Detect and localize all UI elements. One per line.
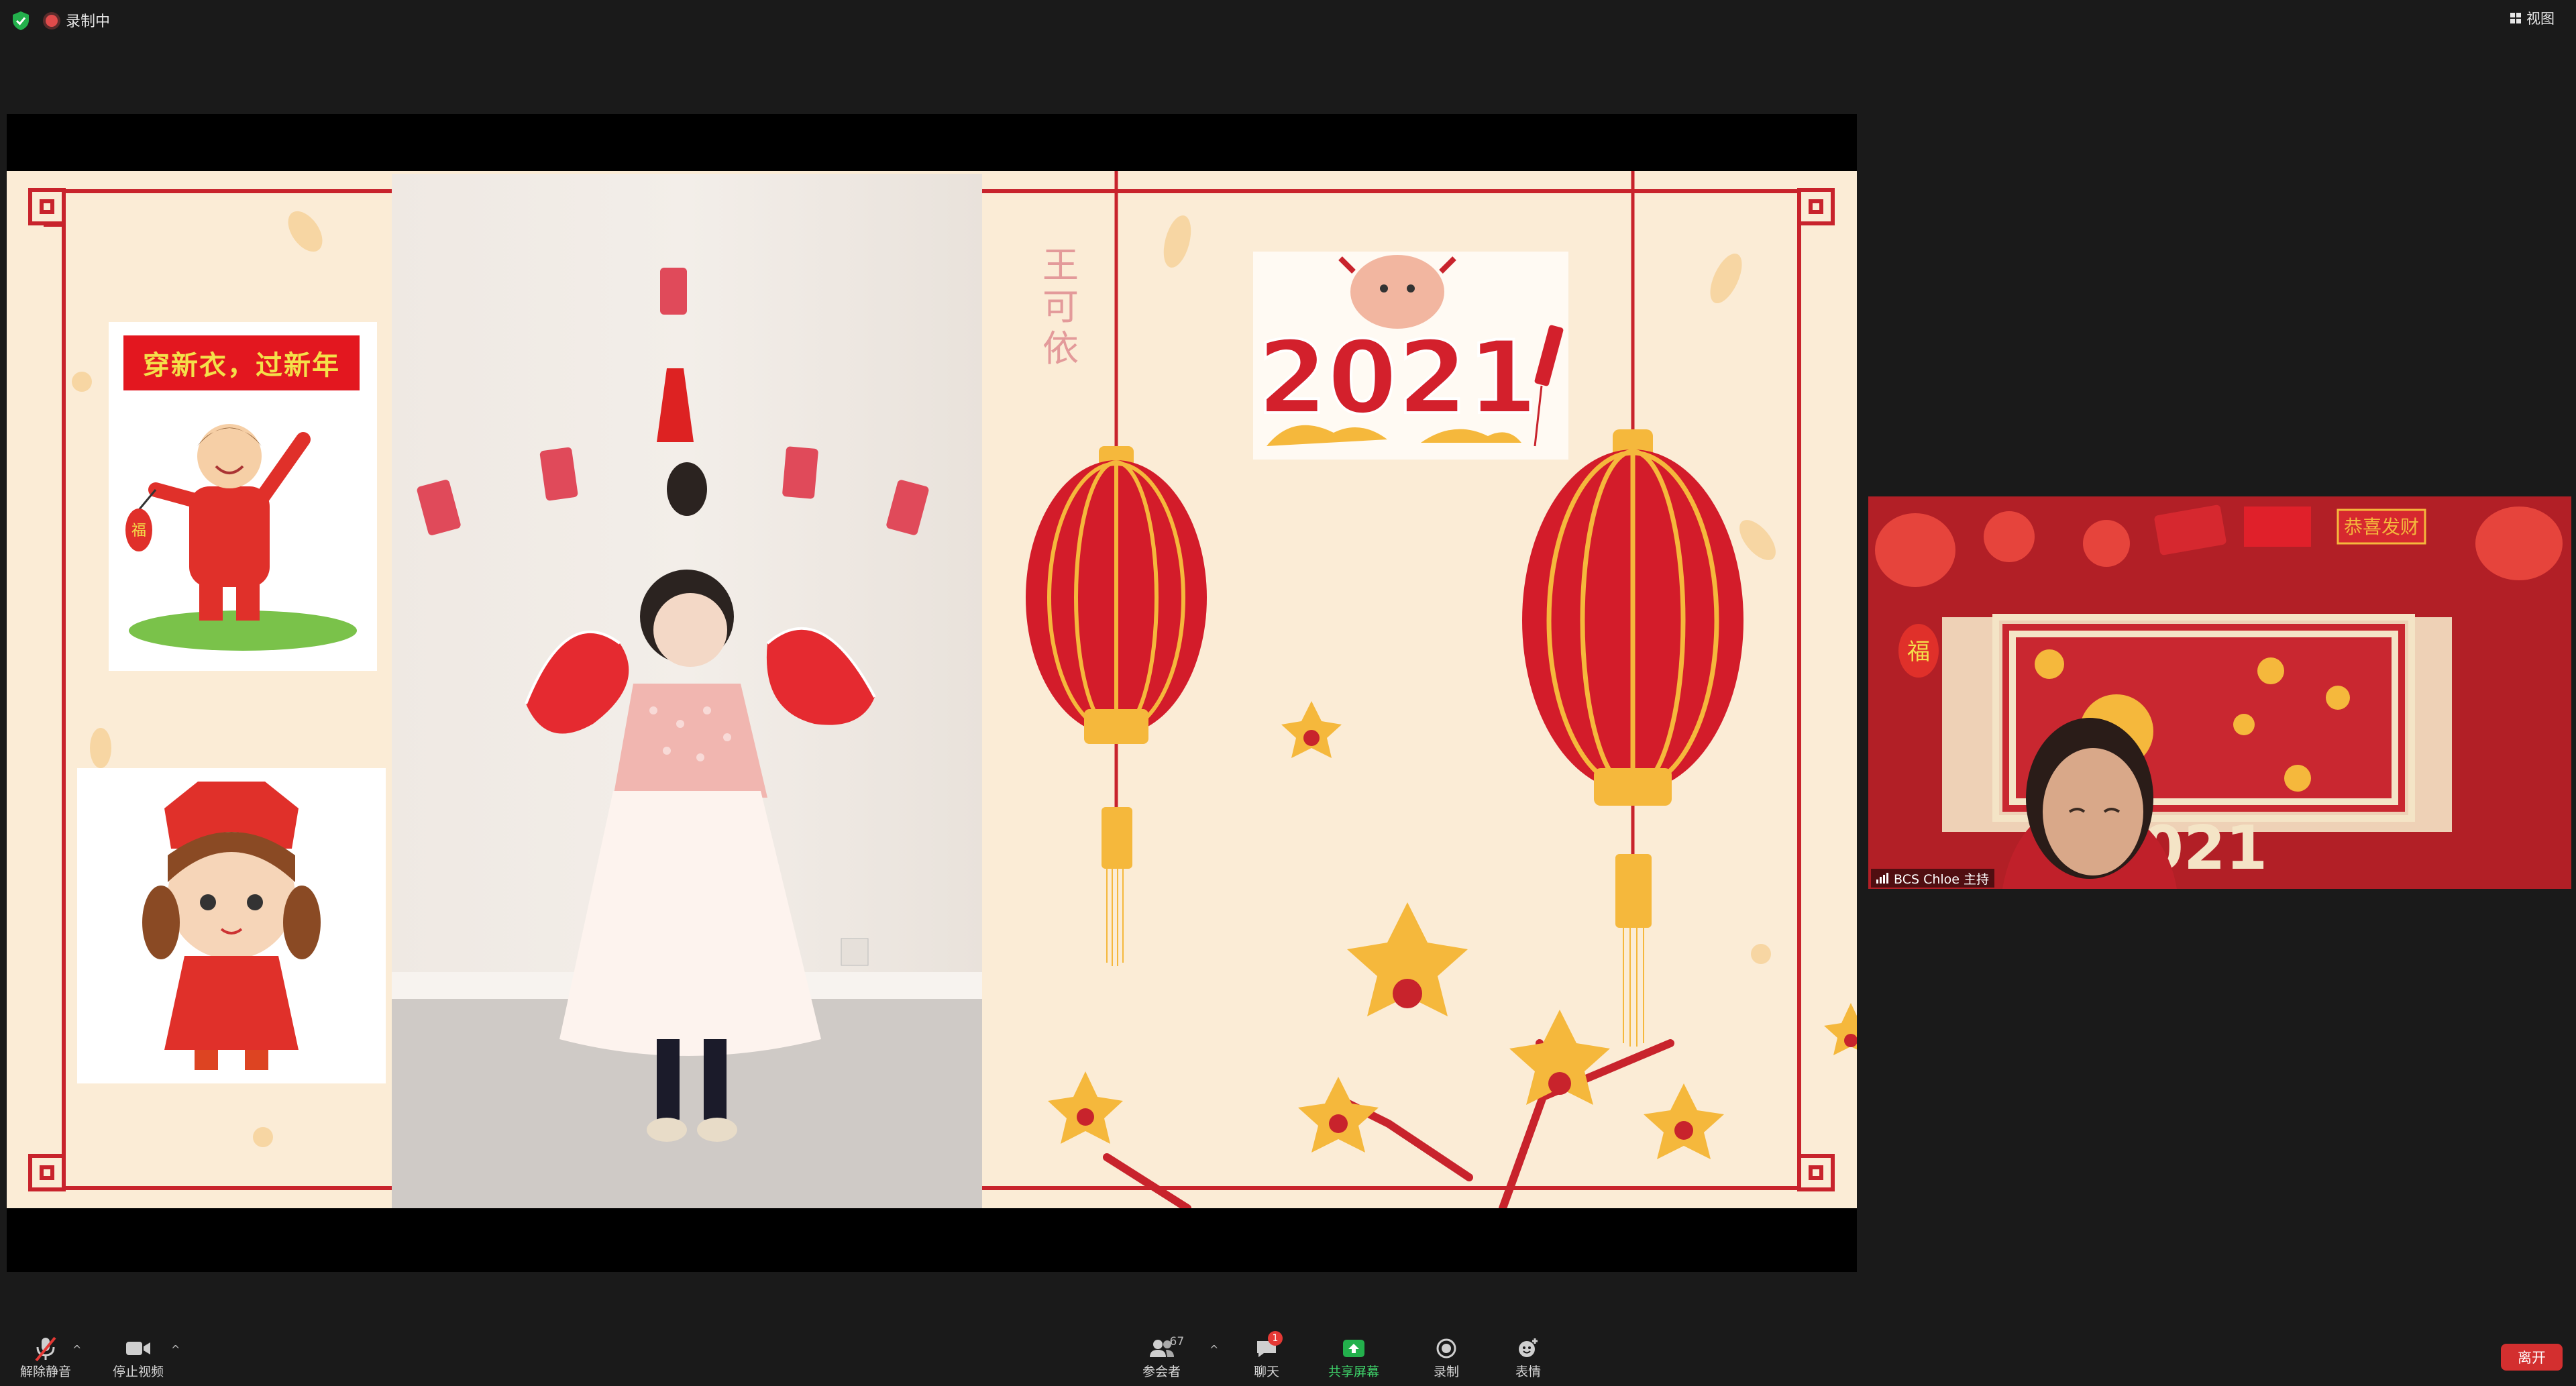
view-button[interactable]: 视图 [2504,7,2561,30]
chat-bubble-icon: 1 [1249,1331,1284,1362]
record-label: 录制 [1433,1365,1459,1379]
ox-2021-illustration: 2021 [1256,255,1564,447]
chat-label: 聊天 [1253,1365,1279,1379]
stop-video-label: 停止视频 [113,1365,164,1379]
unmute-label: 解除静音 [20,1365,72,1379]
recording-status[interactable]: 录制中 [66,9,110,31]
participant-video-tile[interactable]: 2021 恭喜发财 福 BCS Chloe 主持 [1868,496,2571,889]
plum-blossom-branch [1048,701,1857,1208]
audio-options-caret-icon[interactable]: ^ [72,1343,81,1356]
unmute-button[interactable]: 解除静音 [20,1335,71,1380]
leave-meeting-button[interactable]: 离开 [2501,1344,2563,1371]
performer-video [392,174,982,1208]
name-char-1: 王 [1042,244,1079,286]
chat-button[interactable]: 1 聊天 [1249,1331,1284,1380]
name-char-2: 可 [1042,286,1079,328]
grid-view-icon [2510,13,2521,23]
record-icon [1429,1335,1464,1362]
svg-text:福: 福 [131,523,146,539]
share-screen-button[interactable]: 共享屏幕 [1328,1335,1379,1380]
participants-icon: 67 [1144,1335,1184,1362]
record-button[interactable]: 录制 [1429,1335,1464,1380]
boy-cartoon-illustration: 福 [125,424,357,651]
girl-cartoon-sticker [77,768,386,1083]
share-screen-icon [1336,1335,1371,1362]
share-screen-label: 共享屏幕 [1328,1365,1380,1379]
ox-2021-sticker: 2021 [1253,252,1568,460]
signal-strength-icon [1876,873,1888,884]
stop-video-button[interactable]: 停止视频 [113,1335,164,1380]
reactions-label: 表情 [1515,1365,1541,1379]
reactions-button[interactable]: 表情 [1511,1335,1546,1380]
microphone-muted-icon [28,1335,63,1362]
performer-name-vertical: 王 可 依 [1037,245,1084,370]
security-shield-icon[interactable] [12,11,30,31]
participants-button[interactable]: 67 参会者 [1142,1335,1184,1380]
participants-label: 参会者 [1142,1365,1181,1379]
meeting-top-bar: 录制中 视图 [0,0,2576,40]
video-camera-icon [121,1335,156,1362]
sticker-year-text: 2021 [1257,320,1537,437]
participant-name-text: BCS Chloe 主持 [1894,871,1990,887]
chat-unread-badge: 1 [1268,1331,1283,1346]
view-button-label: 视图 [2526,11,2555,27]
boy-lantern-sticker: 穿新衣，过新年 福 [109,322,377,671]
shared-slide: 穿新衣，过新年 福 王 可 依 2021 [7,171,1857,1208]
svg-text:福: 福 [1907,639,1930,665]
recording-indicator-icon [46,15,58,27]
meeting-toolbar: 解除静音 ^ 停止视频 ^ 67 参会者 ^ 1 聊天 共享屏幕 录制 表情 [0,1319,2576,1386]
participants-count: 67 [1169,1335,1185,1348]
festive-backdrop: 2021 恭喜发财 福 [1868,496,2571,889]
name-char-3: 依 [1042,327,1079,370]
shared-screen-area: 穿新衣，过新年 福 王 可 依 2021 [7,114,1857,1272]
smiley-plus-icon [1511,1335,1546,1362]
participants-options-caret-icon[interactable]: ^ [1210,1343,1218,1356]
backdrop-sign-text: 恭喜发财 [2344,516,2419,538]
participant-name-label: BCS Chloe 主持 [1871,869,1995,888]
child-performer-figure [417,268,929,1142]
girl-cartoon-illustration [142,782,321,1070]
video-options-caret-icon[interactable]: ^ [171,1343,180,1356]
